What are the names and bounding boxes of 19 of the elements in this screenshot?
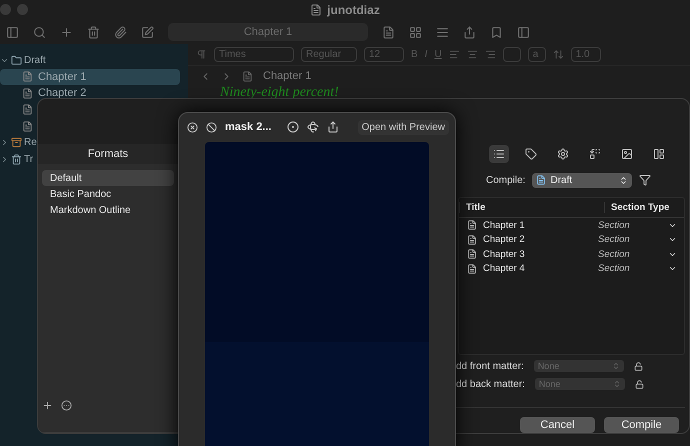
binder-label: Chapter 1 xyxy=(38,70,86,83)
formats-header: Formats xyxy=(38,144,178,164)
editor-text: Ninety-eight percent! xyxy=(219,86,340,99)
compile-label: Compile: xyxy=(486,174,526,186)
matter-label: dd back matter: xyxy=(456,378,525,390)
column-header: Section Type xyxy=(604,202,684,213)
matter-label: dd front matter: xyxy=(456,360,524,372)
quick-look-title: mask 2... xyxy=(225,121,272,133)
binder-label: Draft xyxy=(24,54,46,66)
table-cell: Chapter 2 xyxy=(483,234,525,246)
binder-label: Tr xyxy=(24,154,34,165)
table-cell: Chapter 4 xyxy=(483,263,525,274)
table-cell: Chapter 3 xyxy=(483,248,525,260)
window-title: junotdiaz xyxy=(327,3,380,17)
breadcrumb: Chapter 1 xyxy=(263,70,312,82)
column-header: Title xyxy=(459,202,604,213)
binder-label: Chapter 2 xyxy=(38,87,86,100)
table-cell: Chapter 1 xyxy=(483,220,525,231)
binder-label: Re xyxy=(24,137,37,148)
